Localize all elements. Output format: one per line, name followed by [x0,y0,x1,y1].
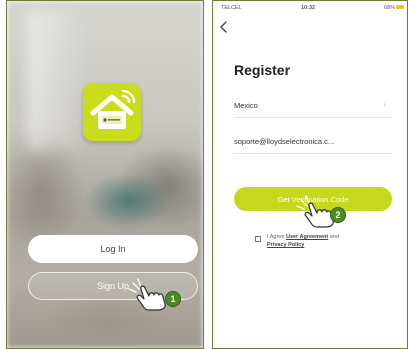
chevron-right-icon: › [383,100,386,109]
login-screen: Log In Sign Up 1 [6,0,204,349]
and-text: and [329,234,339,240]
status-bar: TELCEL 10:32 68% [213,1,407,15]
email-value: soporte@lloydselectronica.c... [234,137,335,146]
register-screen: TELCEL 10:32 68% Register Mexico › sopor… [212,0,408,349]
battery-percent: 68% [383,5,395,11]
privacy-policy-link[interactable]: Privacy Policy [267,242,304,248]
agreement-text: I Agree User Agreement and Privacy Polic… [267,233,387,249]
window-light [27,11,87,151]
back-button[interactable] [219,21,233,35]
step-badge: 2 [330,207,346,223]
clock: 10:32 [301,5,316,11]
agree-checkbox[interactable] [255,236,261,242]
carrier-label: TELCEL [221,5,242,11]
chevron-left-icon [220,21,227,33]
smart-home-logo-icon [90,89,136,129]
page-title: Register [234,62,291,78]
country-selector[interactable]: Mexico › [234,95,392,118]
app-logo [83,83,141,141]
battery-icon [396,5,404,9]
agree-prefix: I Agree [267,234,285,240]
country-value: Mexico [234,101,258,110]
user-agreement-link[interactable]: User Agreement [286,234,328,240]
step-badge: 1 [165,291,181,307]
email-field[interactable]: soporte@lloydselectronica.c... [234,131,392,154]
login-button[interactable]: Log In [28,235,198,263]
